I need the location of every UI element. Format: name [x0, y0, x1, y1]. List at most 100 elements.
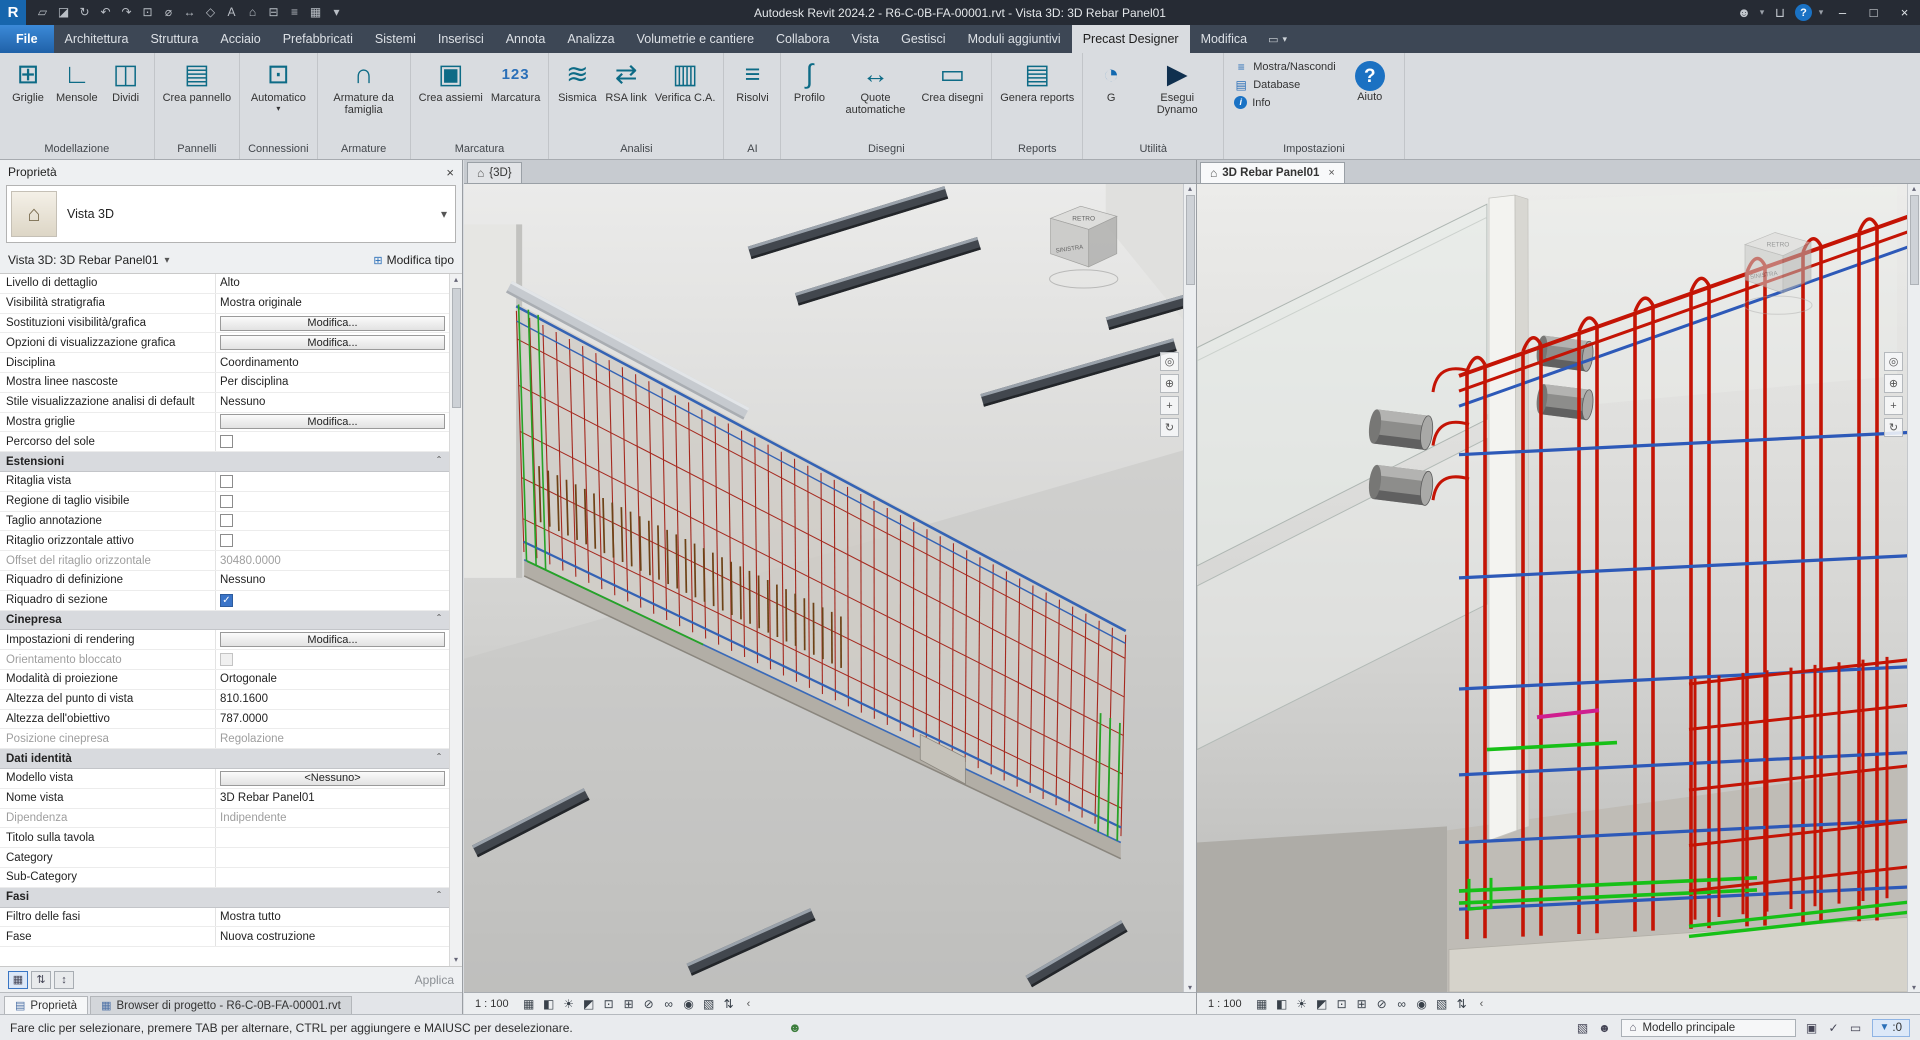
property-value[interactable]: Modifica...: [220, 632, 445, 647]
sort-menu-icon[interactable]: ▦: [8, 971, 28, 989]
tab-acciaio[interactable]: Acciaio: [209, 25, 271, 53]
help-menu-caret-icon[interactable]: ▾: [1815, 7, 1827, 18]
show-hide-button[interactable]: ≡ Mostra/Nascondi: [1234, 60, 1336, 74]
property-row[interactable]: Percorso del sole: [0, 432, 449, 452]
property-row[interactable]: Stile visualizzazione analisi di default…: [0, 393, 449, 413]
property-row[interactable]: Estensioni ˆ: [0, 452, 449, 472]
property-row[interactable]: Orientamento bloccato: [0, 650, 449, 670]
orbit-icon[interactable]: ↻: [1160, 418, 1179, 437]
scrollbar-thumb[interactable]: [1186, 195, 1195, 285]
tag-icon[interactable]: ◇: [200, 0, 221, 25]
measure-icon[interactable]: ⌀: [158, 0, 179, 25]
default-3d-view-icon[interactable]: ⌂: [242, 0, 263, 25]
corbels-button[interactable]: ∟ Mensole: [52, 55, 102, 141]
property-row[interactable]: Nome vista 3D Rebar Panel01: [0, 789, 449, 809]
tab-file[interactable]: File: [0, 25, 54, 53]
aligned-dimension-icon[interactable]: ↔: [179, 0, 200, 25]
property-row[interactable]: Regione di taglio visibile: [0, 492, 449, 512]
property-row[interactable]: Sostituzioni visibilità/grafica Modifica…: [0, 314, 449, 334]
property-row[interactable]: Mostra linee nascoste Per disciplina: [0, 373, 449, 393]
property-value[interactable]: [216, 514, 449, 527]
apply-button[interactable]: Applica: [415, 973, 454, 987]
property-value[interactable]: Mostra originale: [216, 297, 449, 309]
open-icon[interactable]: ▱: [32, 0, 53, 25]
tab-sistemi[interactable]: Sistemi: [364, 25, 427, 53]
property-value[interactable]: Coordinamento: [216, 357, 449, 369]
reveal-hidden-icon[interactable]: ◉: [679, 997, 699, 1011]
hide-isolate-icon[interactable]: ∞: [1392, 997, 1412, 1011]
property-row[interactable]: Riquadro di definizione Nessuno: [0, 571, 449, 591]
property-row[interactable]: Livello di dettaglio Alto: [0, 274, 449, 294]
property-value[interactable]: 810.1600: [216, 693, 449, 705]
modify-selector[interactable]: ▭ ▾: [1258, 25, 1297, 53]
property-row[interactable]: Cinepresa ˆ: [0, 611, 449, 631]
property-row[interactable]: Dati identità ˆ: [0, 749, 449, 769]
property-value[interactable]: [216, 435, 449, 448]
property-value[interactable]: 30480.0000: [216, 555, 449, 567]
tab-architettura[interactable]: Architettura: [54, 25, 140, 53]
active-model-select[interactable]: ⌂ Modello principale: [1621, 1019, 1796, 1037]
property-value[interactable]: Alto: [216, 277, 449, 289]
analytical-model-icon[interactable]: ▧: [1432, 997, 1452, 1011]
worksharing-display-icon[interactable]: ⇅: [719, 997, 739, 1011]
3d-canvas-rebar-panel01[interactable]: RETROSINISTRA ◎⊕+↻ ▴ ▾: [1197, 184, 1920, 992]
sort-ascending-icon[interactable]: ⇅: [31, 971, 51, 989]
property-value[interactable]: Ortogonale: [216, 673, 449, 685]
crop-view-icon[interactable]: ⊡: [599, 997, 619, 1011]
section-icon[interactable]: ⊟: [263, 0, 284, 25]
tab-properties[interactable]: ▤ Proprietà: [4, 996, 88, 1014]
tab-prefabbricati[interactable]: Prefabbricati: [272, 25, 364, 53]
property-value[interactable]: Modifica...: [220, 335, 445, 350]
close-view-icon[interactable]: ×: [1328, 167, 1334, 179]
property-value[interactable]: [216, 475, 449, 488]
property-row[interactable]: Mostra griglie Modifica...: [0, 413, 449, 433]
tab-struttura[interactable]: Struttura: [139, 25, 209, 53]
undo-icon[interactable]: ↶: [95, 0, 116, 25]
thin-lines-icon[interactable]: ≡: [284, 0, 305, 25]
sun-path-icon[interactable]: ☀: [559, 997, 579, 1011]
g-utility-button[interactable]: ◔ G: [1087, 55, 1135, 141]
property-value[interactable]: Modifica...: [220, 316, 445, 331]
numbering-button[interactable]: 123 Marcatura: [487, 55, 545, 141]
create-drawings-button[interactable]: ▭ Crea disegni: [917, 55, 987, 141]
property-row[interactable]: Taglio annotazione: [0, 512, 449, 532]
property-row[interactable]: Opzioni di visualizzazione grafica Modif…: [0, 333, 449, 353]
property-row[interactable]: Ritaglia vista: [0, 472, 449, 492]
scale-control[interactable]: 1 : 100: [469, 998, 519, 1010]
properties-scrollbar[interactable]: ▴ ▾: [449, 274, 462, 966]
redo-icon[interactable]: ↷: [116, 0, 137, 25]
minimize-button[interactable]: –: [1827, 0, 1858, 25]
scroll-up-icon[interactable]: ▴: [454, 274, 458, 286]
tab-moduli-aggiuntivi[interactable]: Moduli aggiuntivi: [957, 25, 1072, 53]
database-button[interactable]: ▤ Database: [1234, 78, 1336, 92]
lock-3d-view-icon[interactable]: ⊘: [639, 997, 659, 1011]
hide-isolate-icon[interactable]: ∞: [659, 997, 679, 1011]
property-row[interactable]: Titolo sulla tavola: [0, 828, 449, 848]
create-assemblies-button[interactable]: ▣ Crea assiemi: [415, 55, 487, 141]
split-button[interactable]: ◫ Dividi: [102, 55, 150, 141]
sort-descending-icon[interactable]: ↕: [54, 971, 74, 989]
property-row[interactable]: Filtro delle fasi Mostra tutto: [0, 908, 449, 928]
show-crop-icon[interactable]: ⊞: [619, 997, 639, 1011]
generate-reports-button[interactable]: ▤ Genera reports: [996, 55, 1078, 141]
tab-precast-designer[interactable]: Precast Designer: [1072, 25, 1190, 53]
scrollbar-thumb[interactable]: [452, 288, 461, 408]
sun-path-icon[interactable]: ☀: [1292, 997, 1312, 1011]
info-button[interactable]: i Info: [1234, 96, 1336, 109]
3d-canvas-default[interactable]: RETROSINISTRA ◎⊕+↻ ▴ ▾: [464, 184, 1196, 992]
solve-button[interactable]: ≡ Risolvi: [728, 55, 776, 141]
scroll-left-icon[interactable]: ‹: [1480, 998, 1484, 1010]
account-icon[interactable]: ☻: [1732, 5, 1756, 20]
zoom-icon[interactable]: ⊕: [1884, 374, 1903, 393]
property-value[interactable]: Nessuno: [216, 396, 449, 408]
design-options-icon[interactable]: ▣: [1802, 1021, 1822, 1035]
property-row[interactable]: Disciplina Coordinamento: [0, 353, 449, 373]
collapse-caret-icon[interactable]: ˆ: [437, 753, 441, 765]
property-row[interactable]: Sub-Category: [0, 868, 449, 888]
grids-button[interactable]: ⊞ Griglie: [4, 55, 52, 141]
concrete-check-button[interactable]: ▥ Verifica C.A.: [651, 55, 720, 141]
property-row[interactable]: Offset del ritaglio orizzontale 30480.00…: [0, 551, 449, 571]
scroll-up-icon[interactable]: ▴: [1188, 184, 1192, 193]
property-value[interactable]: Modifica...: [220, 414, 445, 429]
property-value[interactable]: Per disciplina: [216, 376, 449, 388]
